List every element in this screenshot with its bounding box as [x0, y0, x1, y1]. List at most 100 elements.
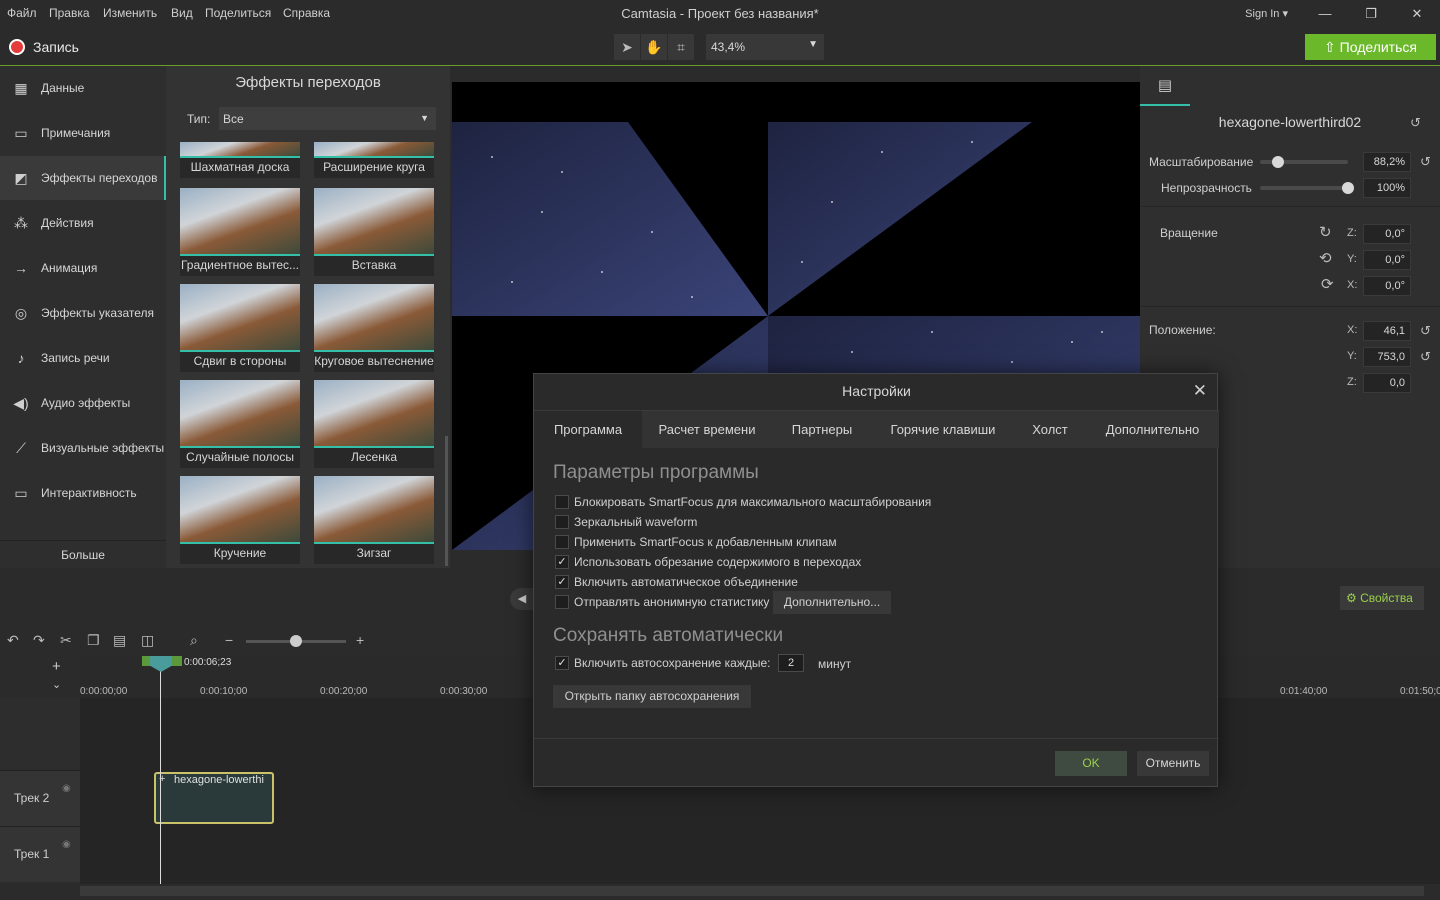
stats-more-button[interactable]: Дополнительно... [773, 591, 891, 614]
autosave-checkbox[interactable]: ✓ [555, 656, 569, 670]
record-button[interactable]: Запись [0, 28, 100, 66]
eye-icon[interactable]: ◉ [62, 839, 71, 850]
visual-properties-tab[interactable]: ▤ [1140, 66, 1190, 106]
opacity-value[interactable]: 100% [1363, 178, 1411, 198]
horizontal-scrollbar[interactable] [80, 886, 1424, 896]
transition-thumb[interactable]: Вставка [314, 188, 434, 276]
track-2-header[interactable]: Трек 2 ◉ [0, 770, 80, 826]
scale-value[interactable]: 88,2% [1363, 152, 1411, 172]
menu-help[interactable]: Справка [283, 6, 330, 20]
rotation-x-value[interactable]: 0,0° [1363, 276, 1411, 296]
paste-icon[interactable]: ▤ [113, 632, 126, 649]
tab-hotkeys[interactable]: Горячие клавиши [872, 411, 1014, 449]
sidebar-item-cursor[interactable]: ◎ Эффекты указателя [0, 291, 166, 335]
transition-thumb[interactable]: Шахматная доска [180, 142, 300, 178]
add-track-icon[interactable]: + [52, 658, 61, 675]
maximize-icon[interactable]: ❐ [1356, 4, 1386, 24]
sidebar-item-behaviors[interactable]: ⁂ Действия [0, 201, 166, 245]
chevron-down-icon[interactable]: ⌄ [52, 678, 61, 691]
rotation-y-value[interactable]: 0,0° [1363, 250, 1411, 270]
eye-icon[interactable]: ◉ [62, 783, 71, 794]
option-checkbox[interactable] [555, 515, 569, 529]
zoom-select[interactable]: 43,4% ▼ [706, 34, 824, 60]
menu-view[interactable]: Вид [171, 6, 193, 20]
position-x-value[interactable]: 46,1 [1363, 321, 1411, 341]
option-checkbox[interactable]: ✓ [555, 555, 569, 569]
position-z-value[interactable]: 0,0 [1363, 373, 1411, 393]
tab-partners[interactable]: Партнеры [772, 411, 872, 449]
reset-icon[interactable]: ↺ [1420, 349, 1431, 365]
close-icon[interactable]: ✕ [1402, 4, 1432, 24]
cut-icon[interactable]: ✂ [60, 632, 72, 649]
opacity-slider-knob[interactable] [1342, 182, 1354, 194]
minimize-icon[interactable]: — [1310, 4, 1340, 24]
sign-in-button[interactable]: Sign In ▾ [1245, 7, 1288, 20]
copy-icon[interactable]: ❐ [87, 632, 100, 649]
previous-frame-icon[interactable]: ◀ [510, 588, 534, 610]
tab-timing[interactable]: Расчет времени [642, 411, 772, 449]
redo-icon[interactable]: ↷ [33, 632, 45, 649]
close-icon[interactable]: ✕ [1193, 381, 1207, 401]
transition-thumb[interactable]: Расширение круга [314, 142, 434, 178]
menu-file[interactable]: Файл [7, 6, 37, 20]
pan-tool-icon[interactable]: ✋ [641, 34, 667, 60]
reset-icon[interactable]: ↺ [1410, 115, 1421, 131]
position-y-value[interactable]: 753,0 [1363, 347, 1411, 367]
sidebar-item-transitions[interactable]: ◩ Эффекты переходов [0, 156, 166, 200]
timeline-clip[interactable]: + hexagone-lowerthi [154, 772, 274, 824]
sidebar-item-interactivity[interactable]: ▭ Интерактивность [0, 471, 166, 515]
sidebar-item-animation[interactable]: → Анимация [0, 246, 166, 290]
type-select[interactable]: Все ▼ [219, 107, 436, 130]
transition-thumb[interactable]: Кручение [180, 476, 300, 564]
autosave-minutes-input[interactable]: 2 [778, 654, 804, 672]
option-checkbox[interactable] [555, 595, 569, 609]
transition-label: Случайные полосы [186, 450, 294, 464]
sidebar-item-annotations[interactable]: ▭ Примечания [0, 111, 166, 155]
option-checkbox[interactable] [555, 495, 569, 509]
scale-slider-knob[interactable] [1271, 156, 1284, 168]
zoom-icon[interactable]: ⌕ [190, 632, 198, 649]
transition-thumb[interactable]: Круговое вытеснение [314, 284, 434, 372]
ok-button[interactable]: OK [1055, 751, 1127, 776]
transition-thumb[interactable]: Сдвиг в стороны [180, 284, 300, 372]
tab-advanced[interactable]: Дополнительно [1086, 411, 1219, 449]
menu-modify[interactable]: Изменить [103, 6, 157, 20]
sidebar-item-media[interactable]: ▦ Данные [0, 66, 166, 110]
zoom-out-icon[interactable]: − [225, 632, 233, 648]
scrollbar[interactable] [445, 436, 448, 566]
menu-edit[interactable]: Правка [49, 6, 90, 20]
cancel-button[interactable]: Отменить [1137, 751, 1209, 776]
more-button[interactable]: Больше [0, 540, 166, 568]
transition-thumb[interactable]: Случайные полосы [180, 380, 300, 468]
share-button[interactable]: ⇧ Поделиться [1305, 34, 1436, 60]
transition-thumb[interactable]: Градиентное вытес... [180, 188, 300, 276]
reset-icon[interactable]: ↺ [1420, 154, 1431, 170]
option-checkbox[interactable] [555, 535, 569, 549]
option-label: Применить SmartFocus к добавленным клипа… [574, 535, 837, 549]
zoom-in-icon[interactable]: + [356, 632, 364, 648]
transitions-panel: Эффекты переходов Тип: Все ▼ Шахматная д… [166, 66, 450, 568]
rotation-z-value[interactable]: 0,0° [1363, 224, 1411, 244]
track-1-header[interactable]: Трек 1 ◉ [0, 826, 80, 882]
reset-icon[interactable]: ↺ [1420, 323, 1431, 339]
sidebar-item-visual[interactable]: ⟋ Визуальные эффекты [0, 426, 166, 470]
tab-canvas[interactable]: Холст [1014, 411, 1086, 449]
crop-tool-icon[interactable]: ⌗ [668, 34, 694, 60]
select-tool-icon[interactable]: ➤ [614, 34, 640, 60]
clip-name: hexagone-lowerthird02 [1218, 114, 1362, 130]
split-icon[interactable]: ◫ [141, 632, 154, 649]
transition-thumb[interactable]: Лесенка [314, 380, 434, 468]
axis-x: X: [1347, 279, 1358, 291]
transition-thumb[interactable]: Зигзаг [314, 476, 434, 564]
menu-share[interactable]: Поделиться [205, 6, 271, 20]
opacity-slider[interactable] [1260, 186, 1348, 190]
undo-icon[interactable]: ↶ [7, 632, 19, 649]
tab-program[interactable]: Программа [534, 411, 642, 449]
open-autosave-folder-button[interactable]: Открыть папку автосохранения [553, 685, 751, 708]
option-checkbox[interactable]: ✓ [555, 575, 569, 589]
timeline-zoom-knob[interactable] [290, 635, 302, 647]
panel-title: Эффекты переходов [235, 74, 381, 91]
properties-button[interactable]: ⚙ Свойства [1340, 586, 1424, 610]
sidebar-item-audio[interactable]: ◀) Аудио эффекты [0, 381, 166, 425]
sidebar-item-voice[interactable]: ♪ Запись речи [0, 336, 166, 380]
